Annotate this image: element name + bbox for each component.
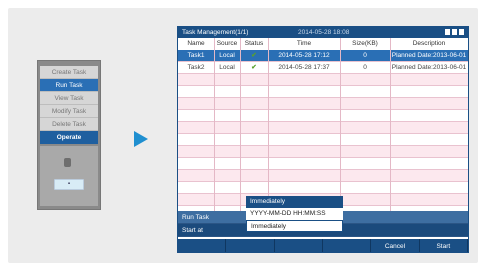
device-enter-button[interactable]: ▪ [54, 179, 84, 190]
empty-row [178, 86, 468, 98]
signal-icon [445, 29, 450, 35]
empty-row [178, 74, 468, 86]
empty-row [178, 158, 468, 170]
dropdown-option-datetime[interactable]: YYYY-MM-DD HH:MM:SS [246, 208, 343, 220]
arrow-right-icon [134, 131, 148, 147]
cell-description: Planned Date:2013-06-01 [391, 64, 467, 71]
device-knob-icon [64, 158, 71, 167]
device-lower-panel [40, 146, 98, 206]
menu-item-view-task[interactable]: View Task [40, 92, 98, 105]
col-source: Source [216, 40, 238, 47]
table-row[interactable]: Task1 Local ✔ 2014-05-28 17:12 0 Planned… [178, 50, 468, 62]
empty-row [178, 182, 468, 194]
softkey-1[interactable] [178, 239, 227, 252]
battery-icon [452, 29, 457, 35]
col-time: Time [296, 40, 312, 47]
screen-titlebar: Task Management(1/1) 2014-05-28 18:08 [178, 27, 468, 38]
storage-icon [459, 29, 464, 35]
start-at-label: Start at [182, 227, 203, 234]
cancel-button[interactable]: Cancel [371, 239, 420, 252]
menu-item-modify-task[interactable]: Modify Task [40, 105, 98, 118]
softkey-3[interactable] [274, 239, 323, 252]
empty-row [178, 170, 468, 182]
status-check-icon: ✔ [251, 64, 257, 71]
column-divider [340, 38, 341, 214]
cell-time: 2014-05-28 17:12 [278, 52, 330, 59]
task-table-body: Task1 Local ✔ 2014-05-28 17:12 0 Planned… [178, 50, 468, 206]
col-name: Name [187, 40, 205, 47]
empty-row [178, 122, 468, 134]
empty-row [178, 146, 468, 158]
col-description: Description [412, 40, 446, 47]
cell-size: 0 [363, 64, 367, 71]
cell-size: 0 [363, 52, 367, 59]
cell-time: 2014-05-28 17:37 [278, 64, 330, 71]
cell-source: Local [219, 52, 235, 59]
task-menu: Create Task Run Task View Task Modify Ta… [40, 66, 98, 144]
start-at-dropdown[interactable]: Immediately YYYY-MM-DD HH:MM:SS Immediat… [246, 196, 343, 232]
col-size: Size(KB) [352, 40, 378, 47]
function-button-bar: Cancel Start [178, 239, 468, 252]
screen-datetime: 2014-05-28 18:08 [298, 29, 350, 36]
run-task-label: Run Task [182, 214, 209, 221]
column-divider [240, 38, 241, 214]
menu-item-delete-task[interactable]: Delete Task [40, 118, 98, 131]
col-status: Status [244, 40, 264, 47]
menu-item-run-task[interactable]: Run Task [40, 79, 98, 92]
menu-item-create-task[interactable]: Create Task [40, 66, 98, 79]
column-divider [268, 38, 269, 214]
canvas: Create Task Run Task View Task Modify Ta… [0, 0, 484, 269]
softkey-4[interactable] [322, 239, 372, 252]
table-row[interactable]: Task2 Local ✔ 2014-05-28 17:37 0 Planned… [178, 62, 468, 74]
operate-button[interactable]: Operate [40, 131, 98, 144]
empty-row [178, 98, 468, 110]
empty-row [178, 134, 468, 146]
cell-name: Task1 [187, 52, 205, 59]
screen-title: Task Management(1/1) [182, 29, 249, 36]
empty-row [178, 110, 468, 122]
cell-source: Local [219, 64, 235, 71]
start-at-select[interactable]: Immediately [246, 220, 343, 232]
status-check-icon: ✔ [251, 52, 257, 59]
softkey-2[interactable] [226, 239, 275, 252]
start-button[interactable]: Start [419, 239, 468, 252]
column-divider [390, 38, 391, 214]
cell-name: Task2 [187, 64, 205, 71]
column-divider [214, 38, 215, 214]
table-header: Name Source Status Time Size(KB) Descrip… [178, 38, 468, 50]
cell-description: Planned Date:2013-06-01 [391, 52, 467, 59]
dropdown-option-immediately[interactable]: Immediately [246, 196, 343, 208]
status-icons [445, 29, 464, 35]
